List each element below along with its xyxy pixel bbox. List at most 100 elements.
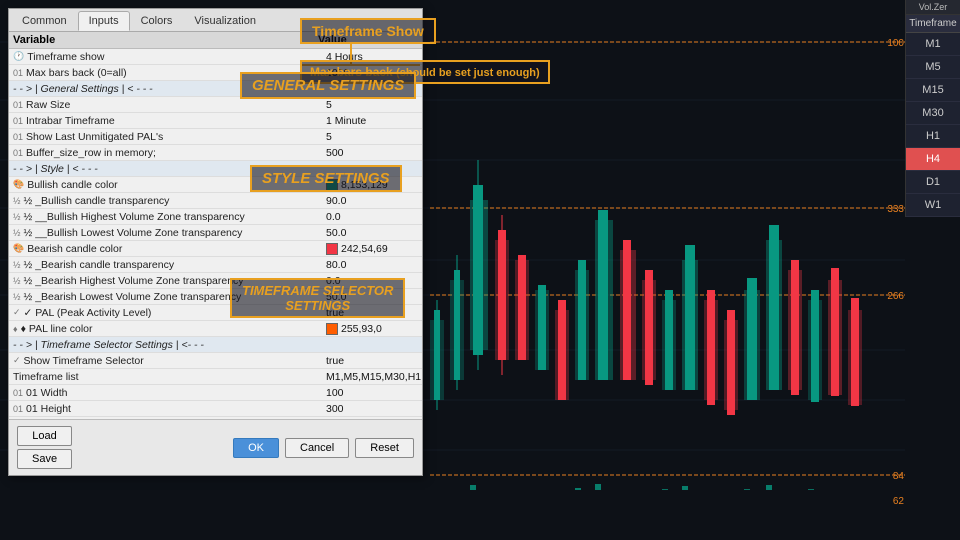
panel-content: Variable Value 🕐 Timeframe show 4 Hours … — [9, 32, 422, 475]
row-movable[interactable]: 01 01 Movable (false to fixed) true — [9, 417, 422, 419]
value-show-last-pal[interactable]: 5 — [322, 130, 422, 144]
tf-btn-m1[interactable]: M1 — [906, 33, 960, 56]
row-intrabar-tf[interactable]: 01 Intrabar Timeframe 1 Minute — [9, 113, 422, 129]
timeframe-panel-title: Timeframe — [906, 15, 960, 33]
cancel-button[interactable]: Cancel — [285, 438, 349, 458]
tab-common[interactable]: Common — [11, 11, 78, 31]
row-width[interactable]: 01 01 Width 100 — [9, 385, 422, 401]
label-pal-color: ♦ ♦ PAL line color — [9, 322, 322, 336]
row-pal-color[interactable]: ♦ ♦ PAL line color 255,93,0 — [9, 321, 422, 337]
price-label-84: 84 — [893, 471, 904, 482]
label-show-last-pal: 01 Show Last Unmitigated PAL's — [9, 130, 322, 144]
row-bullish-trans[interactable]: ½ ½ _Bullish candle transparency 90.0 — [9, 193, 422, 209]
reset-button[interactable]: Reset — [355, 438, 414, 458]
label-bullish-low-trans: ½ ½ __Bullish Lowest Volume Zone transpa… — [9, 226, 322, 240]
settings-panel: Common Inputs Colors Visualization Varia… — [8, 8, 423, 476]
row-timeframe-show[interactable]: 🕐 Timeframe show 4 Hours — [9, 49, 422, 65]
value-pal[interactable]: true — [322, 306, 422, 320]
row-buffer-size[interactable]: 01 Buffer_size_row in memory; 500 — [9, 145, 422, 161]
row-bearish-high-trans[interactable]: ½ ½ _Bearish Highest Volume Zone transpa… — [9, 273, 422, 289]
row-pal[interactable]: ✓ ✓ PAL (Peak Activity Level) true — [9, 305, 422, 321]
value-height[interactable]: 300 — [322, 402, 422, 416]
label-section-style: - - > | Style | < - - - — [9, 162, 422, 176]
panel-tabs: Common Inputs Colors Visualization — [9, 9, 422, 32]
value-bearish-high-trans[interactable]: 0.0 — [322, 274, 422, 288]
tf-btn-h1[interactable]: H1 — [906, 125, 960, 148]
value-bearish-color[interactable]: 242,54,69 — [322, 242, 422, 256]
price-label-333: 333 — [887, 204, 904, 215]
label-tf-list: Timeframe list — [9, 370, 322, 384]
load-button[interactable]: Load — [17, 426, 72, 446]
value-pal-color[interactable]: 255,93,0 — [322, 322, 422, 336]
settings-table[interactable]: 🕐 Timeframe show 4 Hours 01 Max bars bac… — [9, 49, 422, 419]
save-button[interactable]: Save — [17, 449, 72, 469]
footer-left-buttons: Load Save — [17, 426, 72, 469]
label-max-bars: 01 Max bars back (0=all) — [9, 66, 322, 80]
value-bullish-high-trans[interactable]: 0.0 — [322, 210, 422, 224]
tab-visualization[interactable]: Visualization — [183, 11, 267, 31]
row-bullish-low-trans[interactable]: ½ ½ __Bullish Lowest Volume Zone transpa… — [9, 225, 422, 241]
panel-footer: Load Save OK Cancel Reset — [9, 419, 422, 475]
value-intrabar-tf[interactable]: 1 Minute — [322, 114, 422, 128]
label-buffer-size: 01 Buffer_size_row in memory; — [9, 146, 322, 160]
value-bullish-color[interactable]: 8,153,129 — [322, 178, 422, 192]
label-bearish-low-trans: ½ ½ _Bearish Lowest Volume Zone transpar… — [9, 290, 322, 304]
swatch-pal — [326, 323, 338, 335]
tf-btn-m5[interactable]: M5 — [906, 56, 960, 79]
tf-btn-m15[interactable]: M15 — [906, 79, 960, 102]
label-section-general: - - > | General Settings | < - - - — [9, 82, 422, 96]
row-max-bars[interactable]: 01 Max bars back (0=all) 1000 — [9, 65, 422, 81]
chart-title: Vol.Zer — [906, 0, 960, 15]
tf-btn-d1[interactable]: D1 — [906, 171, 960, 194]
label-section-tf-selector: - - > | Timeframe Selector Settings | <-… — [9, 338, 422, 352]
label-intrabar-tf: 01 Intrabar Timeframe — [9, 114, 322, 128]
label-bearish-trans: ½ ½ _Bearish candle transparency — [9, 258, 322, 272]
value-tf-list[interactable]: M1,M5,M15,M30,H1,H4,D1,W1 — [322, 370, 422, 384]
row-show-tf-selector[interactable]: ✓ Show Timeframe Selector true — [9, 353, 422, 369]
row-bullish-color[interactable]: 🎨 Bullish candle color 8,153,129 — [9, 177, 422, 193]
label-raw-size: 01 Raw Size — [9, 98, 322, 112]
value-max-bars[interactable]: 1000 — [322, 66, 422, 80]
value-width[interactable]: 100 — [322, 386, 422, 400]
value-show-tf-selector[interactable]: true — [322, 354, 422, 368]
tf-btn-m30[interactable]: M30 — [906, 102, 960, 125]
row-bullish-high-trans[interactable]: ½ ½ __Bullish Highest Volume Zone transp… — [9, 209, 422, 225]
tf-btn-w1[interactable]: W1 — [906, 194, 960, 217]
value-movable[interactable]: true — [322, 418, 422, 420]
tf-btn-h4[interactable]: H4 — [906, 148, 960, 171]
value-bearish-trans[interactable]: 80.0 — [322, 258, 422, 272]
row-bearish-color[interactable]: 🎨 Bearish candle color 242,54,69 — [9, 241, 422, 257]
price-label-266: 266 — [887, 291, 904, 302]
row-bearish-low-trans[interactable]: ½ ½ _Bearish Lowest Volume Zone transpar… — [9, 289, 422, 305]
label-bullish-high-trans: ½ ½ __Bullish Highest Volume Zone transp… — [9, 210, 322, 224]
label-bearish-high-trans: ½ ½ _Bearish Highest Volume Zone transpa… — [9, 274, 322, 288]
row-show-last-pal[interactable]: 01 Show Last Unmitigated PAL's 5 — [9, 129, 422, 145]
value-timeframe-show[interactable]: 4 Hours — [322, 50, 422, 64]
table-header: Variable Value — [9, 32, 422, 49]
value-bullish-low-trans[interactable]: 50.0 — [322, 226, 422, 240]
row-section-general: - - > | General Settings | < - - - — [9, 81, 422, 97]
tab-colors[interactable]: Colors — [130, 11, 184, 31]
ok-button[interactable]: OK — [233, 438, 279, 458]
timeframe-panel: Vol.Zer Timeframe M1 M5 M15 M30 H1 H4 D1… — [905, 0, 960, 217]
label-bullish-trans: ½ ½ _Bullish candle transparency — [9, 194, 322, 208]
price-label-100: 100 — [887, 38, 904, 49]
label-bullish-color: 🎨 Bullish candle color — [9, 178, 322, 192]
value-raw-size[interactable]: 5 — [322, 98, 422, 112]
row-bearish-trans[interactable]: ½ ½ _Bearish candle transparency 80.0 — [9, 257, 422, 273]
value-bearish-low-trans[interactable]: 50.0 — [322, 290, 422, 304]
label-width: 01 01 Width — [9, 386, 322, 400]
value-buffer-size[interactable]: 500 — [322, 146, 422, 160]
row-tf-list[interactable]: Timeframe list M1,M5,M15,M30,H1,H4,D1,W1 — [9, 369, 422, 385]
row-section-tf-selector: - - > | Timeframe Selector Settings | <-… — [9, 337, 422, 353]
label-movable: 01 01 Movable (false to fixed) — [9, 418, 322, 420]
row-height[interactable]: 01 01 Height 300 — [9, 401, 422, 417]
tab-inputs[interactable]: Inputs — [78, 11, 130, 31]
col-variable: Variable — [13, 34, 318, 46]
col-value: Value — [318, 34, 418, 46]
label-bearish-color: 🎨 Bearish candle color — [9, 242, 322, 256]
label-pal: ✓ ✓ PAL (Peak Activity Level) — [9, 306, 322, 320]
value-bullish-trans[interactable]: 90.0 — [322, 194, 422, 208]
row-raw-size[interactable]: 01 Raw Size 5 — [9, 97, 422, 113]
label-height: 01 01 Height — [9, 402, 322, 416]
